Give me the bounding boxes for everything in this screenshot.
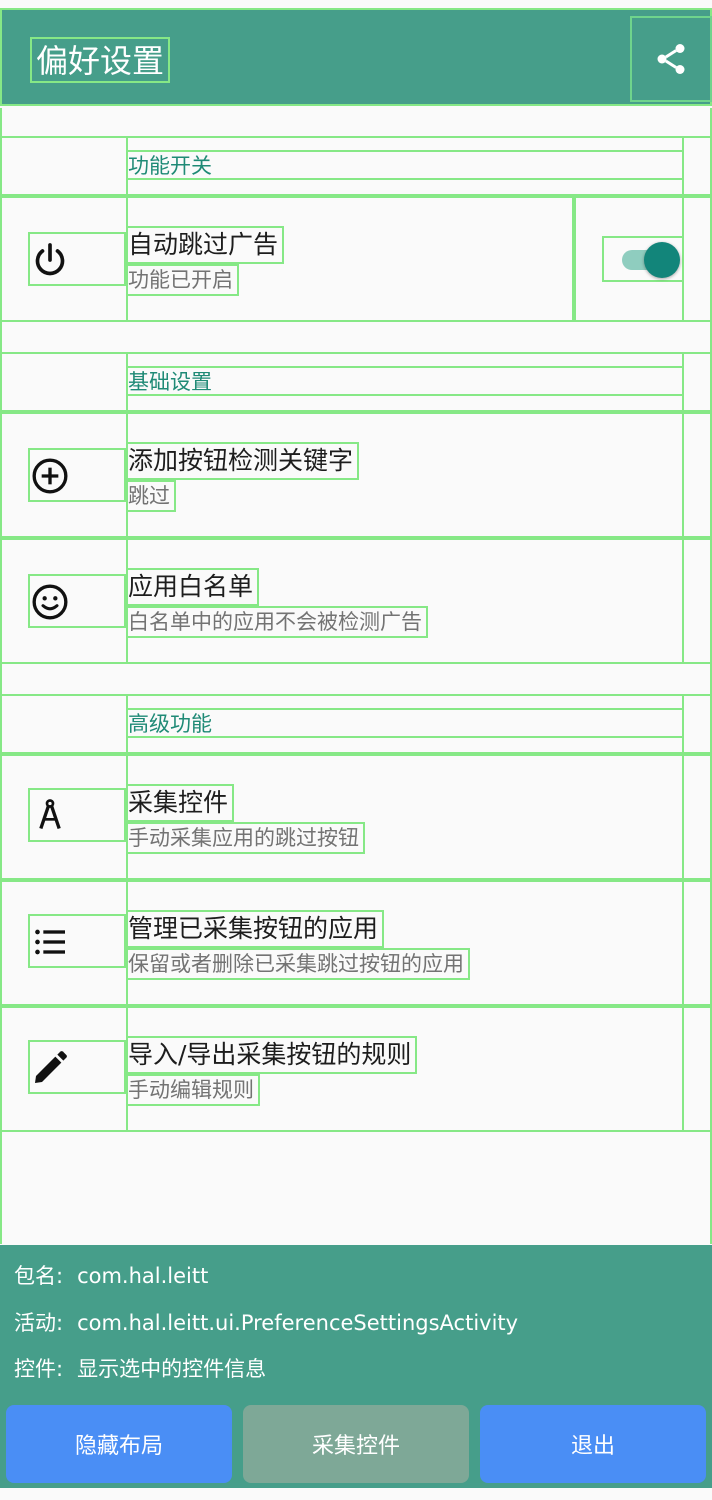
power-icon bbox=[35, 243, 65, 276]
pref-title: 导入/导出采集按钮的规则 bbox=[126, 1036, 418, 1074]
activity-value: com.hal.leitt.ui.PreferenceSettingsActiv… bbox=[77, 1311, 519, 1335]
pref-icon-frame bbox=[28, 574, 126, 628]
pref-icon-frame bbox=[28, 1040, 126, 1094]
pref-icon-frame bbox=[28, 914, 126, 968]
pref-summary: 保留或者删除已采集跳过按钮的应用 bbox=[126, 948, 470, 980]
share-button[interactable] bbox=[630, 16, 712, 102]
pref-icon-frame bbox=[28, 448, 126, 502]
list-icon bbox=[35, 929, 65, 955]
smiley-icon bbox=[32, 584, 68, 620]
pencil-icon bbox=[35, 1051, 67, 1083]
add-circle-icon bbox=[32, 458, 68, 494]
package-label: 包名: bbox=[14, 1264, 64, 1288]
share-icon bbox=[657, 44, 685, 74]
panel-bottom-edge bbox=[0, 1488, 712, 1500]
exit-button[interactable]: 退出 bbox=[480, 1405, 706, 1483]
pref-summary: 手动采集应用的跳过按钮 bbox=[126, 822, 365, 854]
pref-summary: 手动编辑规则 bbox=[126, 1074, 260, 1106]
activity-info: 活动: com.hal.leitt.ui.PreferenceSettingsAc… bbox=[14, 1308, 518, 1338]
pref-summary: 跳过 bbox=[126, 480, 176, 512]
widget-label: 控件: bbox=[14, 1357, 64, 1381]
toggle-thumb bbox=[644, 242, 680, 278]
section-title-advanced: 高级功能 bbox=[126, 708, 684, 738]
section-title-basic: 基础设置 bbox=[126, 366, 684, 396]
hide-layout-button[interactable]: 隐藏布局 bbox=[6, 1405, 232, 1483]
section-title-switch: 功能开关 bbox=[126, 150, 684, 180]
pref-title: 应用白名单 bbox=[126, 568, 260, 606]
pref-title: 添加按钮检测关键字 bbox=[126, 442, 360, 480]
widget-info: 控件: 显示选中的控件信息 bbox=[14, 1354, 266, 1384]
app-bar: 偏好设置 bbox=[0, 8, 712, 106]
widget-value: 显示选中的控件信息 bbox=[77, 1357, 267, 1381]
pref-title: 自动跳过广告 bbox=[126, 226, 285, 264]
collect-widget-button[interactable]: 采集控件 bbox=[243, 1405, 469, 1483]
compass-icon bbox=[39, 799, 61, 830]
pref-icon-frame bbox=[28, 788, 126, 842]
package-info: 包名: com.hal.leitt bbox=[14, 1261, 208, 1291]
package-value: com.hal.leitt bbox=[77, 1264, 209, 1288]
inspector-panel: 包名: com.hal.leitt 活动: com.hal.leitt.ui.Pre… bbox=[0, 1245, 712, 1500]
pref-summary: 功能已开启 bbox=[126, 264, 239, 296]
pref-title: 管理已采集按钮的应用 bbox=[126, 910, 385, 948]
pref-summary: 白名单中的应用不会被检测广告 bbox=[126, 606, 428, 638]
auto-skip-toggle[interactable] bbox=[602, 236, 684, 282]
pref-title: 采集控件 bbox=[126, 784, 235, 822]
page-title: 偏好设置 bbox=[30, 37, 171, 83]
pref-icon-frame bbox=[28, 232, 126, 286]
preference-screen: 偏好设置 功能开关 自动跳过广告 功能已开启 基础设置 添加按钮检测关键字 跳过… bbox=[0, 0, 712, 1500]
activity-label: 活动: bbox=[14, 1311, 64, 1335]
